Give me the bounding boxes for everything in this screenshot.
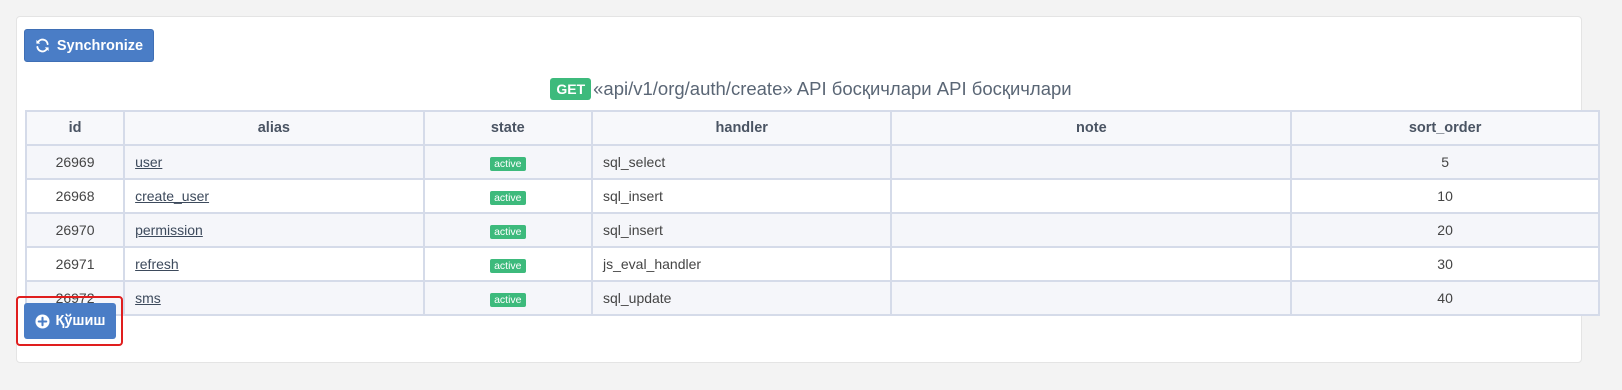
cell-alias: user <box>123 144 425 180</box>
cell-handler: sql_select <box>590 144 893 180</box>
cell-id: 26969 <box>24 144 126 180</box>
cell-sort-order: 10 <box>1290 178 1600 214</box>
cell-sort-order: 40 <box>1290 280 1600 316</box>
cell-handler: sql_update <box>590 280 893 316</box>
synchronize-button[interactable]: Synchronize <box>24 29 154 62</box>
highlight-box <box>16 296 123 346</box>
state-badge: active <box>490 224 526 239</box>
column-header-id[interactable]: id <box>24 110 126 146</box>
column-header-alias[interactable]: alias <box>123 110 425 146</box>
column-header-handler[interactable]: handler <box>590 110 893 146</box>
page-title-text: «api/v1/org/auth/create» API босқичлари … <box>593 78 1072 99</box>
state-badge: active <box>490 156 526 171</box>
refresh-icon <box>35 38 50 53</box>
steps-table: id alias state handler note sort_order 2… <box>24 110 1600 316</box>
cell-id: 26970 <box>24 212 126 248</box>
cell-note <box>890 178 1293 214</box>
state-badge: active <box>490 292 526 307</box>
page-title: GET «api/v1/org/auth/create» API босқичл… <box>0 78 1622 100</box>
cell-note <box>890 280 1293 316</box>
cell-note <box>890 212 1293 248</box>
cell-alias: refresh <box>123 246 425 282</box>
synchronize-label: Synchronize <box>56 37 144 54</box>
alias-link[interactable]: create_user <box>135 188 209 204</box>
column-header-sort-order[interactable]: sort_order <box>1290 110 1600 146</box>
state-badge: active <box>490 258 526 273</box>
cell-note <box>890 144 1293 180</box>
cell-id: 26971 <box>24 246 126 282</box>
cell-handler: sql_insert <box>590 212 893 248</box>
cell-alias: permission <box>123 212 425 248</box>
cell-sort-order: 5 <box>1290 144 1600 180</box>
table-row: 26971 refresh active js_eval_handler 30 <box>24 246 1600 282</box>
cell-handler: sql_insert <box>590 178 893 214</box>
alias-link[interactable]: permission <box>135 222 203 238</box>
cell-id: 26968 <box>24 178 126 214</box>
cell-sort-order: 20 <box>1290 212 1600 248</box>
cell-note <box>890 246 1293 282</box>
table-row: 26969 user active sql_select 5 <box>24 144 1600 180</box>
column-header-note[interactable]: note <box>890 110 1293 146</box>
table-row: 26968 create_user active sql_insert 10 <box>24 178 1600 214</box>
cell-sort-order: 30 <box>1290 246 1600 282</box>
alias-link[interactable]: user <box>135 154 162 170</box>
state-badge: active <box>490 190 526 205</box>
cell-state: active <box>422 246 593 282</box>
column-header-state[interactable]: state <box>422 110 593 146</box>
cell-alias: sms <box>123 280 425 316</box>
cell-handler: js_eval_handler <box>590 246 893 282</box>
alias-link[interactable]: refresh <box>135 256 179 272</box>
alias-link[interactable]: sms <box>135 290 161 306</box>
table-row: 26972 sms active sql_update 40 <box>24 280 1600 316</box>
cell-state: active <box>422 178 593 214</box>
cell-state: active <box>422 212 593 248</box>
cell-state: active <box>422 280 593 316</box>
method-badge: GET <box>550 78 592 100</box>
table-row: 26970 permission active sql_insert 20 <box>24 212 1600 248</box>
cell-state: active <box>422 144 593 180</box>
cell-alias: create_user <box>123 178 425 214</box>
table-header-row: id alias state handler note sort_order <box>24 110 1600 146</box>
